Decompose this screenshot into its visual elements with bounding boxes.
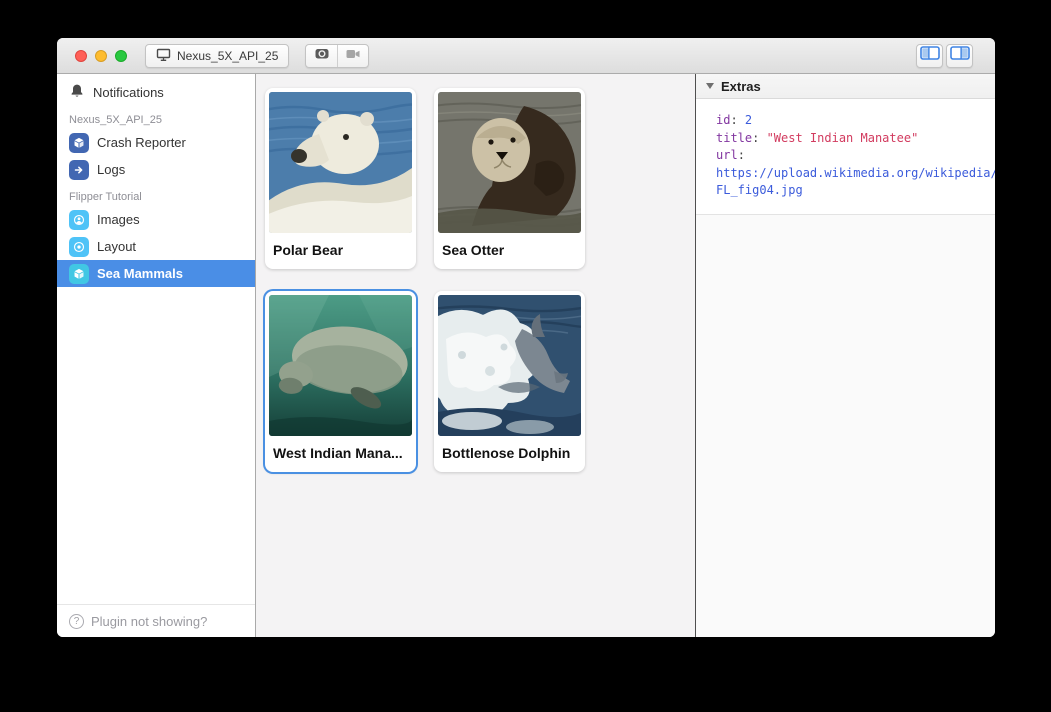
sidebar-item-label: Notifications — [93, 85, 164, 100]
card-bottlenose-dolphin[interactable]: Bottlenose Dolphin — [434, 291, 585, 472]
flipper-window: Nexus_5X_API_25 — [57, 38, 995, 637]
json-string-value: "West Indian Manatee" — [767, 131, 919, 145]
card-title: Bottlenose Dolphin — [434, 436, 585, 472]
traffic-lights — [75, 50, 127, 62]
user-circle-icon — [69, 210, 89, 230]
card-polar-bear[interactable]: Polar Bear — [265, 88, 416, 269]
json-line-url-key: url: — [716, 147, 995, 165]
camera-icon — [314, 46, 330, 66]
screen-record-button[interactable] — [337, 45, 368, 67]
sea-mammals-gallery: Polar Bear — [256, 74, 696, 637]
extras-panel: Extras id: 2 title: "West Indian Manatee… — [696, 74, 995, 637]
right-sidebar-toggle-icon — [950, 46, 970, 65]
extras-title: Extras — [721, 79, 761, 94]
toggle-left-sidebar-button[interactable] — [916, 44, 943, 68]
sidebar-item-label: Sea Mammals — [97, 266, 183, 281]
bell-icon — [69, 83, 85, 102]
dolphin-image — [438, 295, 581, 436]
card-west-indian-manatee[interactable]: West Indian Mana... — [265, 291, 416, 472]
plugin-help-label: Plugin not showing? — [91, 614, 207, 629]
card-title: Polar Bear — [265, 233, 416, 269]
card-title: Sea Otter — [434, 233, 585, 269]
manatee-image — [269, 295, 412, 436]
card-sea-otter[interactable]: Sea Otter — [434, 88, 585, 269]
extras-json-view: id: 2 title: "West Indian Manatee" url: … — [696, 99, 995, 215]
question-circle-icon: ? — [69, 614, 84, 629]
sidebar-item-sea-mammals[interactable]: Sea Mammals — [57, 260, 255, 287]
polar-bear-image — [269, 92, 412, 233]
json-line-id: id: 2 — [716, 112, 995, 130]
sidebar-section-tutorial: Flipper Tutorial — [69, 191, 243, 203]
minimize-button[interactable] — [95, 50, 107, 62]
sidebar-item-label: Layout — [97, 239, 136, 254]
target-icon — [69, 237, 89, 257]
extras-section-header[interactable]: Extras — [696, 74, 995, 99]
sidebar-section-device: Nexus_5X_API_25 — [69, 114, 243, 126]
screenshot-button[interactable] — [306, 45, 337, 67]
cube-icon — [69, 264, 89, 284]
triangle-down-icon — [706, 83, 714, 89]
json-url-value-line2: FL_fig04.jpg — [716, 182, 995, 200]
sidebar-item-notifications[interactable]: Notifications — [57, 79, 255, 106]
sea-otter-image — [438, 92, 581, 233]
sidebar-item-logs[interactable]: Logs — [57, 156, 255, 183]
device-tab-label: Nexus_5X_API_25 — [177, 49, 278, 63]
sidebar-item-label: Images — [97, 212, 140, 227]
sidebar-item-layout[interactable]: Layout — [57, 233, 255, 260]
close-button[interactable] — [75, 50, 87, 62]
left-sidebar-toggle-icon — [920, 46, 940, 65]
panel-toggle-group — [916, 44, 973, 68]
json-line-title: title: "West Indian Manatee" — [716, 130, 995, 148]
sidebar-item-images[interactable]: Images — [57, 206, 255, 233]
video-camera-icon — [345, 46, 361, 66]
sidebar-item-crash-reporter[interactable]: Crash Reporter — [57, 129, 255, 156]
card-title: West Indian Mana... — [265, 436, 416, 472]
window-titlebar: Nexus_5X_API_25 — [57, 38, 995, 74]
sidebar-item-label: Crash Reporter — [97, 135, 186, 150]
plugin-help-link[interactable]: ? Plugin not showing? — [57, 604, 255, 637]
cube-icon — [69, 133, 89, 153]
toggle-right-sidebar-button[interactable] — [946, 44, 973, 68]
plugin-sidebar: Notifications Nexus_5X_API_25 Crash Repo… — [57, 74, 256, 637]
arrow-right-icon — [69, 160, 89, 180]
capture-button-group — [305, 44, 369, 68]
device-tab[interactable]: Nexus_5X_API_25 — [145, 44, 289, 68]
json-url-value-line1: https://upload.wikimedia.org/wikipedia/c… — [716, 165, 995, 183]
zoom-button[interactable] — [115, 50, 127, 62]
json-number-value: 2 — [745, 113, 752, 127]
sidebar-item-label: Logs — [97, 162, 125, 177]
monitor-icon — [156, 47, 171, 65]
